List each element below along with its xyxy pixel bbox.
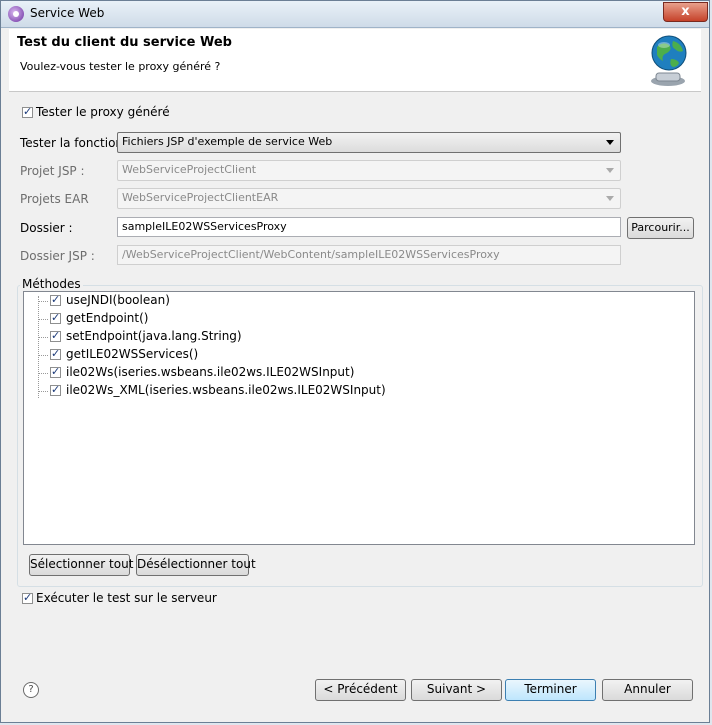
method-checkbox[interactable] [50,311,61,324]
select-all-button[interactable]: Sélectionner tout [29,554,133,576]
wizard-content: Tester le proxy généré Tester la fonctio… [9,93,703,713]
previous-button[interactable]: < Précédent [315,679,406,701]
globe-wizard-icon [651,35,687,86]
tree-branch-line [38,391,48,392]
eclipse-app-icon [8,6,24,22]
method-label: setEndpoint(java.lang.String) [66,329,242,343]
page-subtitle: Voulez-vous tester le proxy généré ? [20,60,221,73]
tree-guide-line [38,296,39,398]
fonction-label: Tester la fonction [20,136,124,150]
method-label: ile02Ws(iseries.wsbeans.ile02ws.ILE02WSI… [66,365,355,379]
tree-branch-line [38,355,48,356]
dossier-jsp-label: Dossier JSP : [20,249,95,263]
projet-jsp-select: WebServiceProjectClient [117,160,621,181]
browse-button[interactable]: Parcourir... [627,217,694,239]
title-bar: Service Web x [1,1,709,28]
tree-branch-line [38,373,48,374]
page-title: Test du client du service Web [17,35,232,50]
projet-jsp-label: Projet JSP : [20,164,85,178]
deselect-all-button[interactable]: Désélectionner tout [136,554,256,576]
method-checkbox[interactable] [50,383,61,396]
cancel-button[interactable]: Annuler [602,679,693,701]
test-proxy-checkbox[interactable] [22,105,33,118]
dossier-label: Dossier : [20,221,73,235]
method-label: getEndpoint() [66,311,149,325]
method-label: getILE02WSServices() [66,347,199,361]
method-checkbox[interactable] [50,293,61,306]
finish-button[interactable]: Terminer [505,679,596,701]
fonction-select[interactable]: Fichiers JSP d'exemple de service Web [117,132,621,153]
projets-ear-select: WebServiceProjectClientEAR [117,188,621,209]
projet-jsp-value: WebServiceProjectClient [122,163,257,176]
next-button[interactable]: Suivant > [411,679,502,701]
method-label: ile02Ws_XML(iseries.wsbeans.ile02ws.ILE0… [66,383,386,397]
method-checkbox[interactable] [50,365,61,378]
chevron-down-icon [606,140,614,145]
wizard-header: Test du client du service Web Voulez-vou… [9,29,701,92]
method-label: useJNDI(boolean) [66,293,170,307]
method-checkbox[interactable] [50,347,61,360]
dossier-input[interactable]: sampleILE02WSServicesProxy [117,217,621,237]
help-icon[interactable]: ? [23,682,39,698]
window-title: Service Web [30,6,105,20]
test-proxy-label: Tester le proxy généré [36,105,170,119]
methods-group-label: Méthodes [20,277,83,291]
dialog-window: Service Web x Test du client du service … [0,0,710,723]
projets-ear-value: WebServiceProjectClientEAR [122,191,279,204]
methods-tree: useJNDI(boolean) getEndpoint() setEndpoi… [23,291,695,545]
tree-branch-line [38,301,48,302]
close-button[interactable]: x [663,2,708,22]
chevron-down-icon [606,168,614,173]
projets-ear-label: Projets EAR [20,192,89,206]
dossier-jsp-input: /WebServiceProjectClient/WebContent/samp… [117,245,621,265]
fonction-select-value: Fichiers JSP d'exemple de service Web [122,135,333,148]
tree-branch-line [38,337,48,338]
run-on-server-label: Exécuter le test sur le serveur [36,591,217,605]
chevron-down-icon [606,196,614,201]
tree-branch-line [38,319,48,320]
run-on-server-checkbox[interactable] [22,591,33,604]
method-checkbox[interactable] [50,329,61,342]
